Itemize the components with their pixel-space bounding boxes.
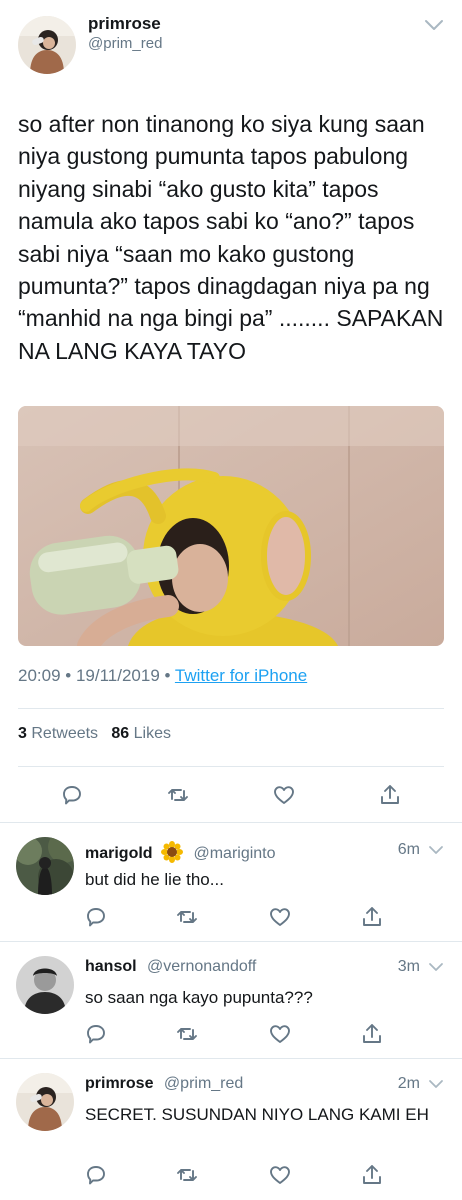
reply-text: so saan nga kayo pupunta??? (85, 988, 313, 1007)
reply-icon[interactable] (84, 1022, 108, 1046)
reply-author-name[interactable]: hansol (85, 958, 137, 975)
tweet-timestamp: 20:09 • 19/11/2019 • Twitter for iPhone (18, 666, 307, 686)
likes-count: 86 (111, 725, 130, 742)
reply-item[interactable]: hansol @vernonandoff 3m so saan nga kayo… (0, 942, 462, 1058)
author-name[interactable]: primrose (88, 14, 161, 34)
share-icon[interactable] (360, 1163, 384, 1187)
tweet-date: 19/11/2019 (75, 666, 160, 685)
reply-avatar[interactable] (16, 1073, 74, 1131)
reply-author-name[interactable]: marigold (85, 845, 153, 862)
tweet-actions (0, 783, 462, 807)
share-icon[interactable] (360, 905, 384, 929)
heart-icon[interactable] (268, 1022, 292, 1046)
chevron-down-icon[interactable] (428, 1078, 444, 1090)
retweet-icon[interactable] (166, 783, 190, 807)
reply-item[interactable]: marigold @mariginto 6m but did he lie th… (0, 823, 462, 941)
tweet-source-link[interactable]: Twitter for iPhone (175, 666, 307, 685)
retweet-icon[interactable] (175, 1022, 199, 1046)
reply-author-name[interactable]: primrose (85, 1075, 153, 1092)
retweets-label: Retweets (31, 725, 99, 742)
reply-time: 2m (397, 1075, 420, 1092)
reply-actions (0, 1163, 462, 1187)
likes-stat[interactable]: 86 Likes (111, 725, 171, 742)
retweet-icon[interactable] (175, 1163, 199, 1187)
share-icon[interactable] (360, 1022, 384, 1046)
tweet-photo[interactable] (18, 406, 444, 646)
retweets-count: 3 (18, 725, 27, 742)
tweet-header: primrose @prim_red (0, 0, 462, 90)
reply-text: SECRET. SUSUNDAN NIYO LANG KAMI EH (85, 1105, 429, 1124)
chevron-down-icon[interactable] (428, 961, 444, 973)
tweet-text: so after non tinanong ko siya kung saan … (18, 111, 444, 364)
chevron-down-icon[interactable] (424, 18, 444, 32)
reply-time: 6m (397, 841, 420, 858)
retweet-icon[interactable] (175, 905, 199, 929)
reply-icon[interactable] (84, 1163, 108, 1187)
reply-actions (0, 905, 462, 929)
heart-icon[interactable] (268, 905, 292, 929)
divider (18, 766, 444, 767)
reply-avatar[interactable] (16, 956, 74, 1014)
reply-time: 3m (397, 958, 420, 975)
reply-avatar[interactable] (16, 837, 74, 895)
reply-actions (0, 1022, 462, 1046)
meta-separator: • (164, 666, 171, 685)
share-icon[interactable] (378, 783, 402, 807)
reply-icon[interactable] (84, 905, 108, 929)
likes-label: Likes (133, 725, 172, 742)
retweets-stat[interactable]: 3 Retweets (18, 725, 98, 742)
reply-author-handle[interactable]: @prim_red (164, 1075, 243, 1092)
tweet-stats: 3 Retweets 86 Likes (18, 725, 171, 743)
heart-icon[interactable] (272, 783, 296, 807)
sunflower-emoji (161, 841, 184, 863)
reply-text: but did he lie tho... (85, 870, 224, 889)
author-avatar[interactable] (18, 16, 76, 74)
author-handle[interactable]: @prim_red (88, 35, 162, 52)
reply-author-handle[interactable]: @mariginto (193, 845, 275, 862)
reply-icon[interactable] (60, 783, 84, 807)
meta-separator: • (65, 666, 72, 685)
reply-author-handle[interactable]: @vernonandoff (147, 958, 256, 975)
tweet-time: 20:09 (18, 666, 61, 685)
chevron-down-icon[interactable] (428, 844, 444, 856)
heart-icon[interactable] (268, 1163, 292, 1187)
reply-item[interactable]: primrose @prim_red 2m SECRET. SUSUNDAN N… (0, 1059, 462, 1200)
divider (18, 708, 444, 709)
